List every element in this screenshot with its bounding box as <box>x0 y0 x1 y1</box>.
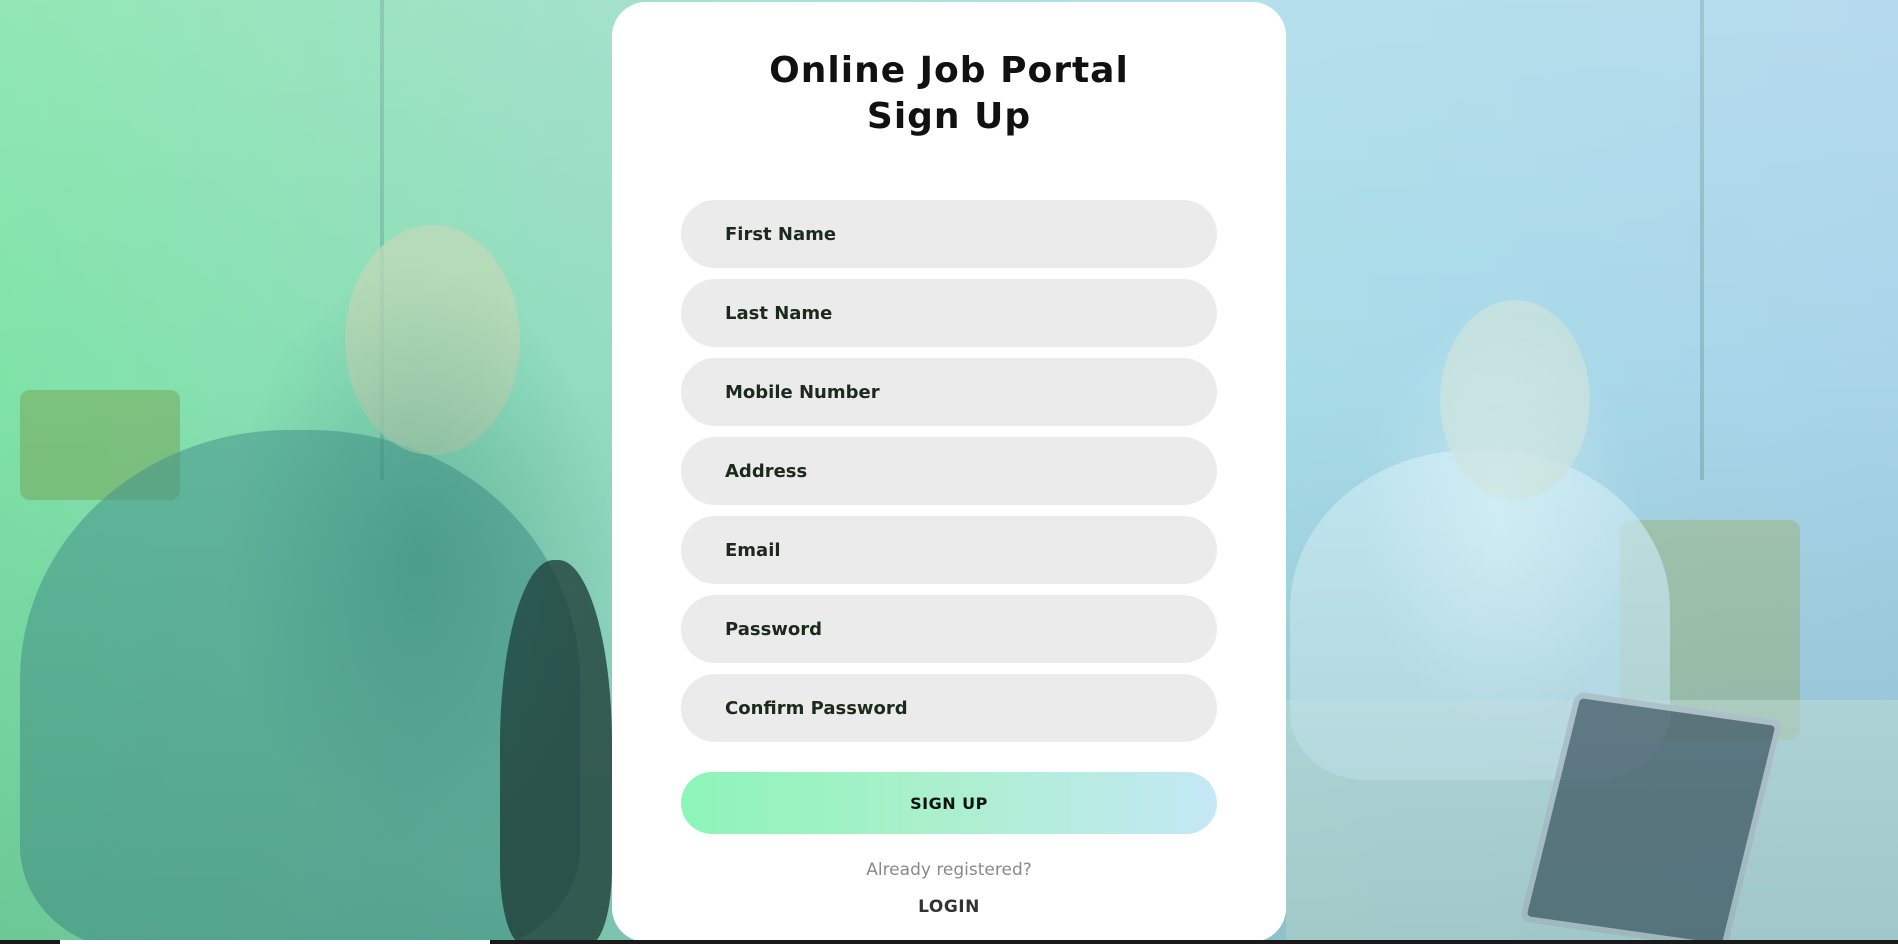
login-link[interactable]: LOGIN <box>612 897 1286 917</box>
first-name-field[interactable] <box>681 200 1217 268</box>
signup-page: Online Job Portal Sign Up SIGN UP Alread… <box>0 0 1898 944</box>
address-field[interactable] <box>681 437 1217 505</box>
last-name-field[interactable] <box>681 279 1217 347</box>
bottom-edge-bar <box>0 940 1898 944</box>
already-registered-text: Already registered? <box>866 860 1032 880</box>
confirm-password-field[interactable] <box>681 674 1217 742</box>
signup-button[interactable]: SIGN UP <box>681 772 1217 834</box>
title-line-portal: Online Job Portal <box>769 50 1129 91</box>
password-field[interactable] <box>681 595 1217 663</box>
email-field[interactable] <box>681 516 1217 584</box>
signup-card: Online Job Portal Sign Up SIGN UP Alread… <box>612 2 1286 942</box>
mobile-number-field[interactable] <box>681 358 1217 426</box>
title-line-signup: Sign Up <box>866 96 1032 137</box>
page-title: Online Job Portal Sign Up <box>612 48 1286 140</box>
